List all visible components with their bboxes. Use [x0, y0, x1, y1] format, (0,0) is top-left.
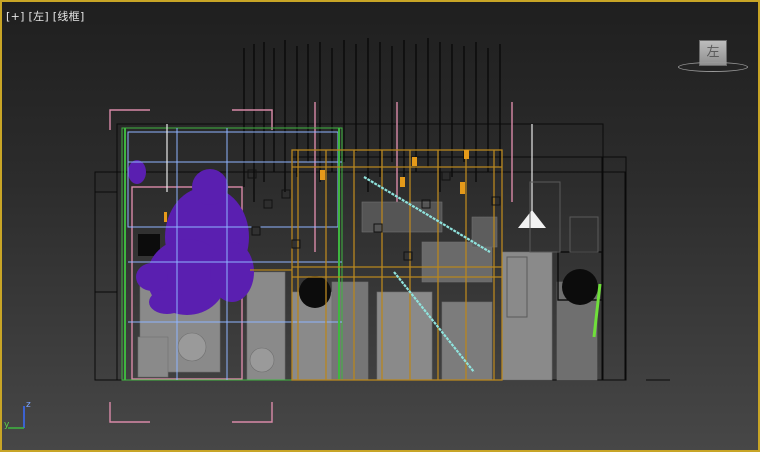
- ceiling-cables: [243, 38, 501, 202]
- viewcube-icon[interactable]: 左: [678, 38, 750, 74]
- wireframe-scene[interactable]: [2, 2, 758, 450]
- axis-z-label: z: [26, 400, 31, 410]
- axis-y-label: y: [4, 420, 10, 430]
- viewcube-compass-ring[interactable]: [678, 62, 748, 72]
- axis-gizmo-icon: z y: [4, 398, 44, 434]
- viewport-left-wireframe[interactable]: [+] [左] [线框] 左 z y: [0, 0, 760, 452]
- axis-gizmo-lines: [8, 406, 25, 429]
